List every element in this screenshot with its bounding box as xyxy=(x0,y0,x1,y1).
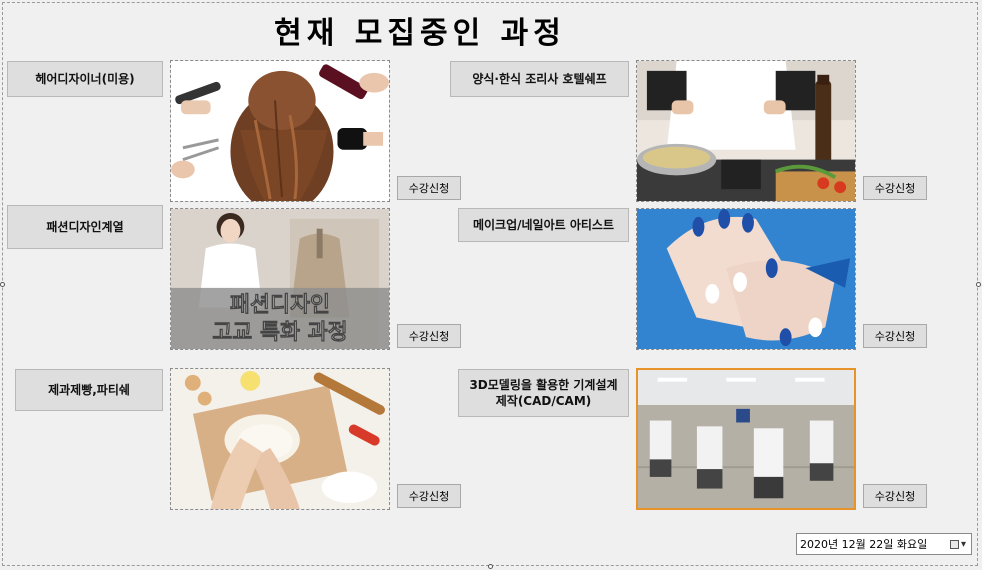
date-picker-value: 2020년 12월 22일 화요일 xyxy=(800,538,928,551)
course-label-makeup-nail: 메이크업/네일아트 아티스트 xyxy=(458,208,629,242)
fashion-overlay-line1: 패션디자인 xyxy=(230,293,330,318)
enroll-button-makeup-nail[interactable]: 수강신청 xyxy=(863,324,927,348)
chef-photo xyxy=(636,60,856,202)
resize-handle-left[interactable] xyxy=(0,282,5,287)
enroll-button-hair[interactable]: 수강신청 xyxy=(397,176,461,200)
enroll-button-baking[interactable]: 수강신청 xyxy=(397,484,461,508)
resize-handle-bottom[interactable] xyxy=(488,564,493,569)
course-label-cad-cam: 3D모델링을 활용한 기계설계 제작(CAD/CAM) xyxy=(458,369,629,417)
course-label-hair: 헤어디자이너(미용) xyxy=(7,61,163,97)
nail-photo xyxy=(636,208,856,350)
calendar-dropdown-icon[interactable]: ▾ xyxy=(945,534,971,554)
enroll-button-cad-cam[interactable]: 수강신청 xyxy=(863,484,927,508)
course-label-baking: 제과제빵,파티쉐 xyxy=(15,369,163,411)
date-picker[interactable]: 2020년 12월 22일 화요일 ▾ xyxy=(796,533,972,555)
baking-photo xyxy=(170,368,390,510)
course-label-chef: 양식·한식 조리사 호텔쉐프 xyxy=(450,61,629,97)
enroll-button-fashion[interactable]: 수강신청 xyxy=(397,324,461,348)
resize-handle-right[interactable] xyxy=(976,282,981,287)
page-title: 현재 모집중인 과정 xyxy=(274,16,566,51)
fashion-photo: 패션디자인 고교 특화 과정 xyxy=(170,208,390,350)
hair-photo xyxy=(170,60,390,202)
course-label-fashion: 패션디자인계열 xyxy=(7,205,163,249)
fashion-overlay-line2: 고교 특화 과정 xyxy=(212,320,347,345)
enroll-button-chef[interactable]: 수강신청 xyxy=(863,176,927,200)
cad-lab-photo xyxy=(636,368,856,510)
